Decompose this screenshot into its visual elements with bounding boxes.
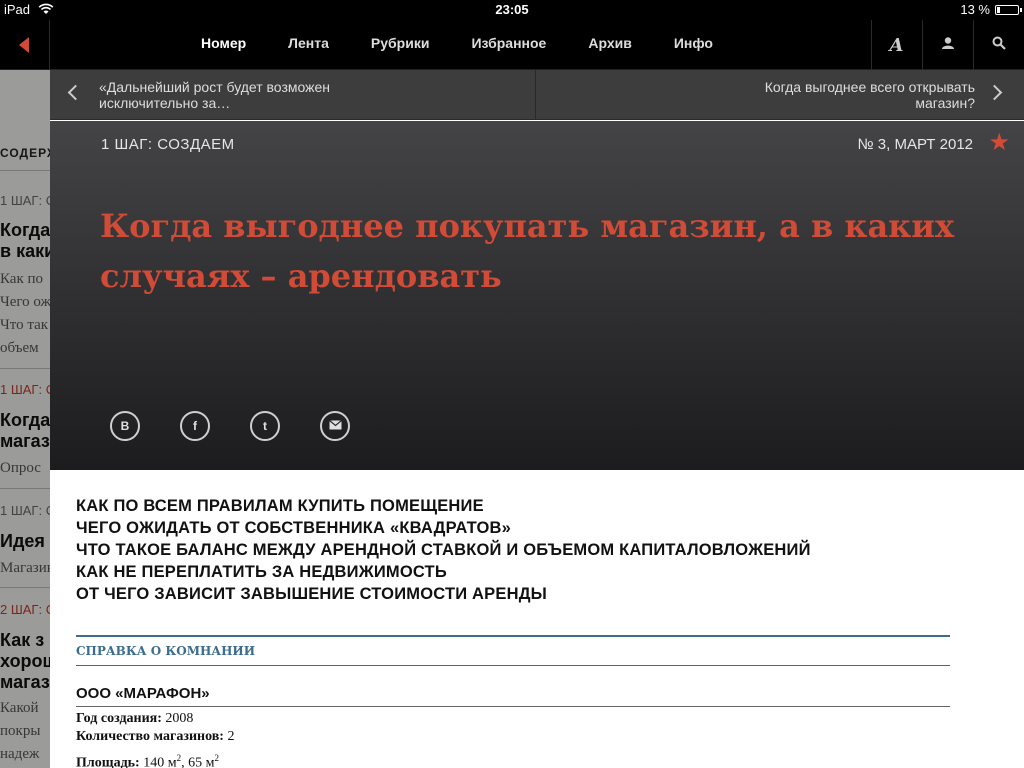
tab-issue[interactable]: Номер [180, 20, 267, 70]
tab-rubrics[interactable]: Рубрики [350, 20, 451, 70]
nav-tabs: Номер Лента Рубрики Избранное Архив Инфо [180, 20, 734, 70]
envelope-icon [328, 419, 342, 433]
article-rubric: 1 ШАГ: СОЗДАЕМ [101, 136, 235, 153]
article-header: 1 ШАГ: СОЗДАЕМ № 3, МАРТ 2012 ★ Когда вы… [50, 121, 1024, 470]
user-button[interactable] [922, 20, 972, 70]
status-bar: iPad 23:05 13 % [0, 0, 1024, 20]
font-size-button[interactable]: A [871, 20, 921, 70]
tab-favorites[interactable]: Избранное [450, 20, 567, 70]
facebook-share-button[interactable]: f [180, 411, 210, 441]
stores-value: 2 [227, 729, 235, 744]
area-label: Площадь: [76, 755, 140, 768]
next-article-button[interactable]: Когда выгоднее всего открывать магазин? [537, 70, 1024, 120]
lead-item: КАК ПО ВСЕМ ПРАВИЛАМ КУПИТЬ ПОМЕЩЕНИЕ [76, 497, 484, 515]
prev-article-title: «Дальнейший рост будет возможен исключит… [99, 79, 330, 111]
area-value-2: 65 м [188, 755, 215, 768]
lead-item: ЧТО ТАКОЕ БАЛАНС МЕЖДУ АРЕНДНОЙ СТАВКОЙ … [76, 541, 811, 559]
founded-label: Год создания: [76, 711, 162, 726]
area-sup-2: 2 [214, 753, 219, 763]
area-value-1: 140 м [143, 755, 177, 768]
founded-row: Год создания: 2008 [76, 710, 950, 728]
article-title: Когда выгоднее покупать магазин, а в как… [100, 207, 955, 295]
user-icon [941, 36, 955, 55]
email-share-button[interactable] [320, 411, 350, 441]
stores-row: Количество магазинов: 2 [76, 728, 950, 746]
clock: 23:05 [495, 2, 529, 17]
vk-share-button[interactable]: B [110, 411, 140, 441]
top-nav: Номер Лента Рубрики Избранное Архив Инфо… [0, 20, 1024, 70]
lead-item: ОТ ЧЕГО ЗАВИСИТ ЗАВЫШЕНИЕ СТОИМОСТИ АРЕН… [76, 585, 548, 603]
tab-archive[interactable]: Архив [567, 20, 652, 70]
article-subnav: «Дальнейший рост будет возможен исключит… [50, 70, 1024, 120]
tab-info[interactable]: Инфо [653, 20, 734, 70]
chevron-right-icon [986, 84, 1003, 101]
back-button[interactable] [0, 20, 50, 70]
area-row: Площадь: 140 м2, 65 м2 [76, 749, 950, 768]
lead-item: ЧЕГО ОЖИДАТЬ ОТ СОБСТВЕННИКА «КВАДРАТОВ» [76, 519, 512, 537]
chevron-left-icon [67, 84, 84, 101]
founded-value: 2008 [165, 711, 194, 726]
battery-percent: 13 % [960, 2, 990, 17]
company-name: ООО «МАРАФОН» [76, 685, 950, 707]
search-icon [992, 36, 1006, 55]
favorite-star-icon[interactable]: ★ [988, 131, 1010, 155]
article-lead-list: КАК ПО ВСЕМ ПРАВИЛАМ КУПИТЬ ПОМЕЩЕНИЕ ЧЕ… [76, 495, 976, 605]
area-sup-1: 2 [176, 753, 182, 763]
twitter-share-button[interactable]: t [250, 411, 280, 441]
next-article-title: Когда выгоднее всего открывать магазин? [764, 79, 975, 111]
issue-label: № 3, МАРТ 2012 [857, 136, 973, 153]
search-button[interactable] [973, 20, 1023, 70]
stores-label: Количество магазинов: [76, 729, 224, 744]
battery-icon [995, 5, 1022, 15]
prev-article-button[interactable]: «Дальнейший рост будет возможен исключит… [50, 70, 536, 120]
tab-feed[interactable]: Лента [267, 20, 350, 70]
reference-heading: СПРАВКА О КОМНАНИИ [76, 635, 950, 666]
company-reference: СПРАВКА О КОМНАНИИ ООО «МАРАФОН» Год соз… [76, 635, 950, 768]
lead-item: КАК НЕ ПЕРЕПЛАТИТЬ ЗА НЕДВИЖИМОСТЬ [76, 563, 447, 581]
share-buttons: B f t [110, 411, 390, 441]
article-panel: «Дальнейший рост будет возможен исключит… [50, 70, 1024, 768]
